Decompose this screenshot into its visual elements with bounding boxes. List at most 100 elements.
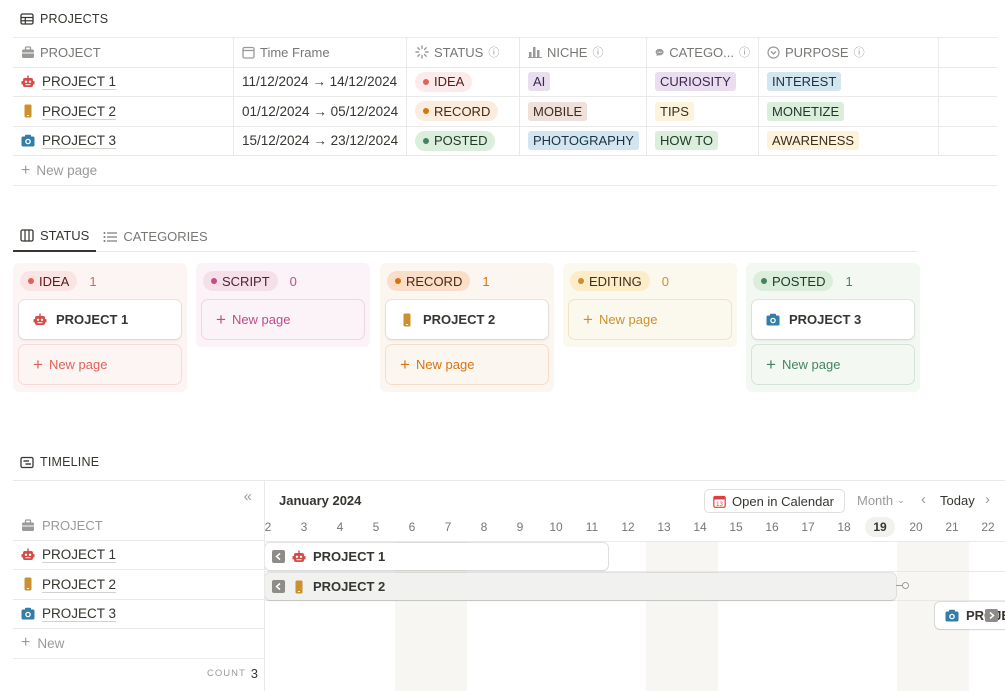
column-header-time-frame[interactable]: Time Frame [234,38,407,67]
info-icon: ⓘ [853,47,865,60]
timeline-header: PROJECT [13,511,264,541]
new-timeline-row[interactable]: + New [13,629,264,659]
purpose-tag: AWARENESS [767,131,860,151]
status-badge[interactable]: IDEA [20,271,78,291]
niche-tag: MOBILE [528,101,588,121]
timeline-table: « PROJECT PROJECT 1 PROJECT 2 PROJECT 3 … [13,480,264,689]
new-page-button[interactable]: + New page [752,345,914,384]
camera-icon [21,135,35,147]
board-column-record: RECORD 1 PROJECT 2 + New page [380,263,554,392]
camera-icon [766,313,780,326]
robot-icon [292,550,306,562]
day-label: 17 [801,520,815,534]
calendar-icon: 13 [713,495,726,508]
table-row[interactable]: PROJECT 3 15/12/2024 → 23/12/2024 POSTED… [13,126,997,156]
board-card[interactable]: PROJECT 1 [19,300,181,339]
new-page-button[interactable]: + New page [386,345,548,384]
board-column-posted: POSTED 1 PROJECT 3 + New page [746,263,920,392]
new-page-button[interactable]: + New page [19,345,181,384]
day-label: 22 [981,520,995,534]
open-in-calendar-button[interactable]: 13 Open in Calendar [704,489,845,513]
info-icon: ⓘ [592,47,604,60]
view-tabs: STATUS CATEGORIES [13,221,918,252]
column-count: 1 [482,273,490,289]
calendar-icon [242,46,255,59]
plus-icon: + [216,310,226,329]
plus-icon: + [766,355,776,374]
day-label: 12 [621,520,635,534]
project-link[interactable]: PROJECT 1 [21,74,116,89]
projects-title[interactable]: PROJECTS [20,12,108,26]
tab-categories[interactable]: CATEGORIES [96,221,214,252]
timeline-row[interactable]: PROJECT 2 [13,570,264,600]
camera-icon [945,609,959,622]
scale-select[interactable]: Month ⌄ [857,493,905,508]
status-badge[interactable]: SCRIPT [203,271,278,291]
arrow-right-icon[interactable] [985,609,998,622]
board-column-editing: EDITING 0 + New page [563,263,737,347]
next-icon[interactable]: › [985,491,990,508]
phone-icon [24,577,32,591]
previous-icon[interactable]: ‹ [921,491,926,508]
timeline-bar-project-2[interactable]: PROJECT 2 [265,573,896,600]
plus-icon: + [400,355,410,374]
info-icon: ⓘ [488,47,500,60]
project-link[interactable]: PROJECT 2 [42,577,116,592]
projects-table: PROJECT Time Frame STATUS ⓘ NICHE ⓘ CATE… [13,37,997,186]
timeline-row[interactable]: PROJECT 3 [13,600,264,629]
day-label: 20 [909,520,923,534]
new-page-row[interactable]: + New page [13,156,997,186]
dependency-handle[interactable] [902,582,909,589]
robot-icon [21,75,35,88]
collapse-icon[interactable]: « [244,488,252,505]
day-label: 15 [729,520,743,534]
category-tag: HOW TO [655,131,718,151]
day-label: 13 [657,520,671,534]
current-day-label: 19 [865,517,895,537]
project-link[interactable]: PROJECT 1 [42,547,116,562]
time-frame-value[interactable]: 01/12/2024 → 05/12/2024 [234,97,407,126]
status-badge[interactable]: EDITING [570,271,650,291]
board-card[interactable]: PROJECT 3 [752,300,914,339]
robot-icon [21,548,35,561]
status-badge: RECORD [415,101,499,122]
bar-chart-icon [528,47,542,59]
column-header-project[interactable]: PROJECT [13,38,234,67]
table-icon [20,13,34,25]
new-page-button[interactable]: + New page [569,300,731,339]
day-label: 11 [585,520,599,534]
category-tag: CURIOSITY [655,72,736,92]
svg-text:13: 13 [716,501,723,507]
today-button[interactable]: Today [940,493,975,508]
briefcase-icon [22,46,34,58]
purpose-tag: INTEREST [767,72,842,92]
day-label: 14 [693,520,707,534]
column-header-niche[interactable]: NICHE ⓘ [520,38,647,67]
project-link[interactable]: PROJECT 3 [21,133,116,148]
time-frame-value[interactable]: 11/12/2024 → 14/12/2024 [234,67,407,96]
time-frame-value[interactable]: 15/12/2024 → 23/12/2024 [234,126,407,155]
project-link[interactable]: PROJECT 3 [42,606,116,621]
info-icon: ⓘ [739,47,750,60]
column-header-category[interactable]: CATEGO... ⓘ [647,38,759,67]
column-header-purpose[interactable]: PURPOSE ⓘ [759,38,939,67]
timeline-row[interactable]: PROJECT 1 [13,541,264,570]
new-page-button[interactable]: + New page [202,300,364,339]
status-badge[interactable]: RECORD [387,271,471,291]
column-header-status[interactable]: STATUS ⓘ [407,38,520,67]
arrow-left-icon[interactable] [272,580,285,593]
timeline-title[interactable]: TIMELINE [20,455,99,469]
arrow-left-icon[interactable] [272,550,285,563]
chevron-circle-icon [767,46,780,59]
status-badge[interactable]: POSTED [753,271,834,291]
table-header: PROJECT Time Frame STATUS ⓘ NICHE ⓘ CATE… [13,38,997,68]
table-row[interactable]: PROJECT 2 01/12/2024 → 05/12/2024 RECORD… [13,97,997,127]
timeline-bar-project-1[interactable]: PROJECT 1 [265,543,608,570]
phone-icon [24,104,32,118]
table-row[interactable]: PROJECT 1 11/12/2024 → 14/12/2024 IDEA A… [13,67,997,97]
column-count: 1 [845,273,853,289]
day-label: 4 [336,520,344,534]
board-card[interactable]: PROJECT 2 [386,300,548,339]
project-link[interactable]: PROJECT 2 [21,104,116,119]
tab-status[interactable]: STATUS [13,221,97,252]
